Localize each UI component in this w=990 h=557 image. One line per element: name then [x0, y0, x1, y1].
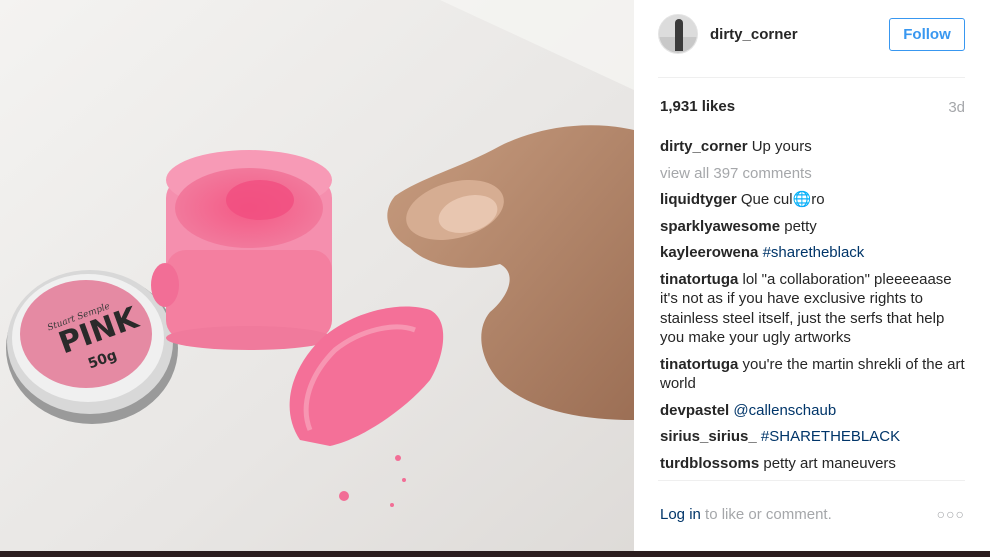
- post-header: dirty_corner Follow: [658, 14, 965, 58]
- post-photo[interactable]: PINK 50g Stuart Semple: [0, 0, 634, 551]
- comment-item: tinatortuga you're the martin shrekli of…: [660, 355, 965, 394]
- post-footer: Log in to like or comment. ○○○: [660, 506, 965, 528]
- likes-row: 1,931 likes 3d: [660, 98, 965, 120]
- comment-item: kayleerowena #sharetheblack: [660, 243, 965, 263]
- comment-item: sparklyawesome petty: [660, 217, 965, 237]
- bottom-strip: [0, 551, 990, 557]
- comment-hashtag[interactable]: #SHARETHEBLACK: [761, 428, 900, 445]
- comments-list: dirty_corner Up yours view all 397 comme…: [660, 137, 965, 480]
- pink-jar: [151, 150, 332, 350]
- caption-user[interactable]: dirty_corner: [660, 138, 748, 155]
- more-options-icon[interactable]: ○○○: [937, 506, 965, 522]
- comment-user[interactable]: liquidtyger: [660, 191, 737, 208]
- comment-user[interactable]: kayleerowena: [660, 244, 758, 261]
- comment-user[interactable]: turdblossoms: [660, 455, 759, 472]
- comment-hashtag[interactable]: #sharetheblack: [763, 244, 865, 261]
- comment-user[interactable]: tinatortuga: [660, 271, 738, 288]
- comment-item: sirius_sirius_ #SHARETHEBLACK: [660, 427, 965, 447]
- login-link[interactable]: Log in: [660, 506, 701, 523]
- post-username[interactable]: dirty_corner: [710, 26, 798, 43]
- caption-text: Up yours: [751, 138, 812, 155]
- comment-item: devpastel @callenschaub: [660, 401, 965, 421]
- view-all-comments-link[interactable]: view all 397 comments: [660, 164, 965, 184]
- comment-user[interactable]: tinatortuga: [660, 356, 738, 373]
- likes-count[interactable]: 1,931 likes: [660, 98, 735, 115]
- comment-item: liquidtyger Que cul🌐ro: [660, 190, 965, 210]
- login-suffix: to like or comment.: [700, 506, 832, 523]
- comment-text: petty art maneuvers: [763, 454, 896, 472]
- comment-text: Que cul🌐ro: [740, 191, 825, 208]
- comment-user[interactable]: devpastel: [660, 402, 729, 419]
- post-time[interactable]: 3d: [948, 99, 965, 116]
- comment-text: petty: [784, 217, 817, 235]
- header-divider: [658, 77, 965, 78]
- footer-divider: [658, 480, 965, 481]
- comment-item: tinatortuga lol "a collaboration" pleeee…: [660, 270, 965, 348]
- follow-button[interactable]: Follow: [889, 18, 965, 51]
- avatar[interactable]: [658, 14, 698, 54]
- comment-user[interactable]: sparklyawesome: [660, 218, 780, 235]
- comment-item: turdblossoms petty art maneuvers: [660, 454, 965, 474]
- post-sidebar: dirty_corner Follow 1,931 likes 3d dirty…: [634, 0, 990, 551]
- comment-mention[interactable]: @callenschaub: [733, 402, 836, 419]
- caption: dirty_corner Up yours: [660, 137, 965, 157]
- comment-user[interactable]: sirius_sirius_: [660, 428, 757, 445]
